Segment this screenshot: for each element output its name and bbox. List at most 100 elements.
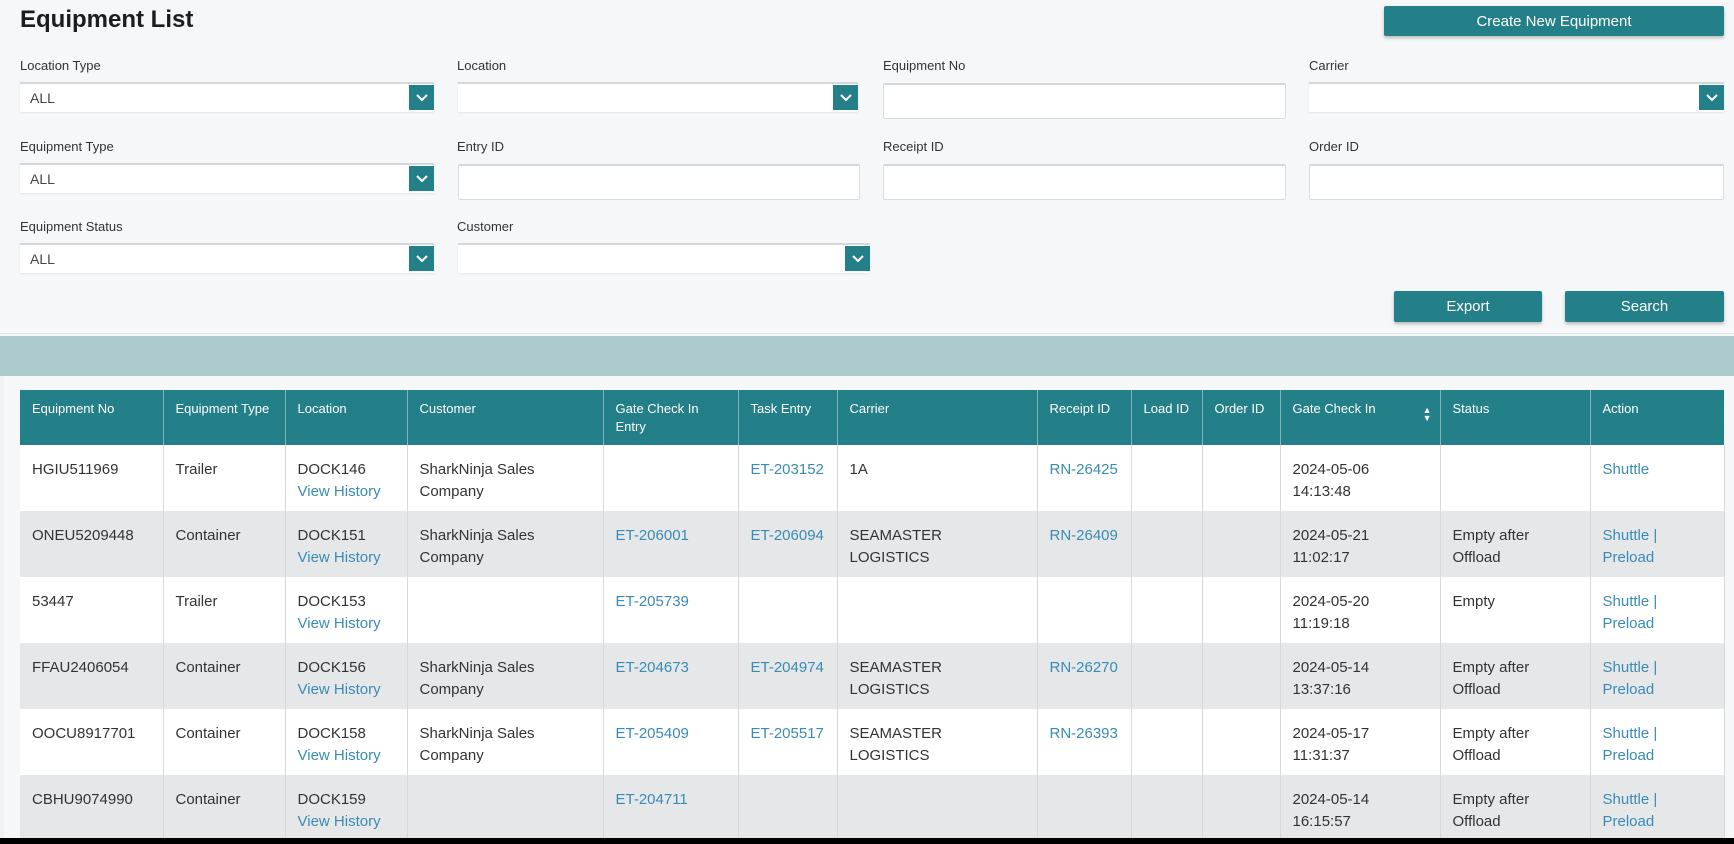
view-history-link[interactable]: View History (298, 613, 395, 635)
action-preload-link[interactable]: Preload (1603, 813, 1655, 830)
chevron-down-icon[interactable] (845, 246, 870, 271)
cell-location: DOCK151 View History (285, 511, 408, 577)
cell-task-entry (738, 577, 838, 643)
cell-load-id (1131, 445, 1203, 511)
chevron-down-icon[interactable] (833, 85, 858, 110)
status-text: Empty after Offload (1452, 725, 1530, 764)
cell-gate-entry: ET-206001 (603, 511, 739, 577)
cell-location: DOCK146 View History (285, 445, 408, 511)
cell-status: Empty after Offload (1440, 709, 1591, 775)
cell-gate-check-in: 2024-05-20 11:19:18 (1280, 577, 1441, 643)
action-preload-link[interactable]: Preload (1603, 747, 1655, 764)
gate-entry-link[interactable]: ET-204673 (616, 659, 689, 676)
action-shuttle-link[interactable]: Shuttle (1603, 461, 1650, 478)
section-divider-band (0, 336, 1734, 376)
receipt-id-link[interactable]: RN-26409 (1050, 527, 1118, 544)
chevron-down-icon[interactable] (1699, 85, 1724, 110)
task-entry-link[interactable]: ET-204974 (751, 659, 824, 676)
view-history-link[interactable]: View History (298, 811, 395, 833)
cell-equipment-no: 53447 (20, 577, 164, 643)
gate-check-in-time: 11:31:37 (1292, 747, 1350, 764)
equipment-type: Container (175, 527, 241, 544)
table-row: HGIU511969 Trailer DOCK146 View History Shar… (20, 445, 1725, 511)
gate-check-in-date: 2024-05-06 (1292, 461, 1370, 478)
action-separator: | (1649, 593, 1658, 610)
cell-equipment-type: Container (163, 511, 286, 577)
cell-carrier (837, 775, 1038, 841)
table-row: CBHU9074990 Container DOCK159 View History E… (20, 775, 1725, 841)
table-row: ONEU5209448 Container DOCK151 View History S… (20, 511, 1725, 577)
action-shuttle-link[interactable]: Shuttle (1603, 527, 1650, 544)
cell-equipment-type: Container (163, 643, 286, 709)
view-history-link[interactable]: View History (298, 745, 395, 767)
view-history-link[interactable]: View History (298, 481, 395, 503)
receipt-id-link[interactable]: RN-26393 (1050, 725, 1118, 742)
carrier-name: SEAMASTER LOGISTICS (849, 659, 943, 698)
cell-gate-entry: ET-204711 (603, 775, 739, 841)
action-shuttle-link[interactable]: Shuttle (1603, 725, 1650, 742)
search-button[interactable]: Search (1565, 291, 1724, 322)
receipt-id-input[interactable] (883, 164, 1286, 200)
cell-task-entry: ET-203152 (738, 445, 838, 511)
chevron-down-icon[interactable] (409, 246, 434, 271)
gate-entry-link[interactable]: ET-204711 (616, 791, 688, 808)
cell-load-id (1131, 775, 1203, 841)
location-type-label: Location Type (20, 58, 101, 73)
action-shuttle-link[interactable]: Shuttle (1603, 791, 1650, 808)
action-preload-link[interactable]: Preload (1603, 681, 1655, 698)
gate-entry-link[interactable]: ET-206001 (616, 527, 689, 544)
customer-select[interactable] (458, 243, 870, 273)
order-id-input[interactable] (1309, 164, 1724, 200)
chevron-down-icon[interactable] (409, 85, 434, 110)
gate-entry-link[interactable]: ET-205739 (616, 593, 689, 610)
status-text: Empty after Offload (1452, 659, 1530, 698)
cell-customer (407, 577, 604, 643)
receipt-id-link[interactable]: RN-26425 (1050, 461, 1118, 478)
customer-name: SharkNinja Sales Company (419, 659, 535, 698)
sort-icon[interactable]: ▲ ▼ (1423, 406, 1432, 423)
table-header-row: Equipment No Equipment Type Location Custom… (20, 390, 1724, 445)
cell-carrier: 1A (837, 445, 1038, 511)
gate-check-in-date: 2024-05-14 (1292, 659, 1370, 676)
location-type-select[interactable]: ALL (20, 82, 434, 112)
cell-order-id (1202, 709, 1281, 775)
cell-carrier: SEAMASTER LOGISTICS (837, 709, 1038, 775)
action-preload-link[interactable]: Preload (1603, 615, 1655, 632)
action-preload-link[interactable]: Preload (1603, 549, 1655, 566)
cell-location: DOCK153 View History (285, 577, 408, 643)
entry-id-input[interactable] (458, 164, 860, 200)
cell-location: DOCK159 View History (285, 775, 408, 841)
carrier-select[interactable] (1309, 82, 1724, 112)
equipment-type-value: ALL (30, 171, 55, 187)
cell-task-entry: ET-206094 (738, 511, 838, 577)
action-shuttle-link[interactable]: Shuttle (1603, 593, 1650, 610)
cell-equipment-no: OOCU8917701 (20, 709, 164, 775)
cell-order-id (1202, 643, 1281, 709)
equipment-status-select[interactable]: ALL (20, 243, 434, 273)
gate-check-in-time: 11:02:17 (1292, 549, 1350, 566)
view-history-link[interactable]: View History (298, 547, 395, 569)
receipt-id-link[interactable]: RN-26270 (1050, 659, 1118, 676)
cell-customer: SharkNinja Sales Company (407, 511, 604, 577)
location-select[interactable] (458, 82, 858, 112)
column-header-gate-check-in[interactable]: Gate Check In ▲ ▼ (1280, 390, 1441, 445)
task-entry-link[interactable]: ET-206094 (751, 527, 824, 544)
column-header-order-id: Order ID (1202, 390, 1281, 445)
task-entry-link[interactable]: ET-203152 (751, 461, 824, 478)
gate-check-in-date: 2024-05-14 (1292, 791, 1370, 808)
cell-gate-entry: ET-204673 (603, 643, 739, 709)
cell-status (1440, 445, 1591, 511)
cell-receipt-id: RN-26270 (1037, 643, 1132, 709)
export-button[interactable]: Export (1394, 291, 1542, 322)
column-header-label: Customer (419, 401, 476, 416)
equipment-no-input[interactable] (883, 83, 1286, 119)
cell-status: Empty after Offload (1440, 643, 1591, 709)
task-entry-link[interactable]: ET-205517 (751, 725, 824, 742)
column-header-label: Load ID (1143, 401, 1190, 416)
view-history-link[interactable]: View History (298, 679, 395, 701)
create-new-equipment-button[interactable]: Create New Equipment (1384, 6, 1724, 36)
chevron-down-icon[interactable] (409, 166, 434, 191)
gate-entry-link[interactable]: ET-205409 (616, 725, 689, 742)
equipment-type-select[interactable]: ALL (20, 163, 434, 193)
action-shuttle-link[interactable]: Shuttle (1603, 659, 1650, 676)
